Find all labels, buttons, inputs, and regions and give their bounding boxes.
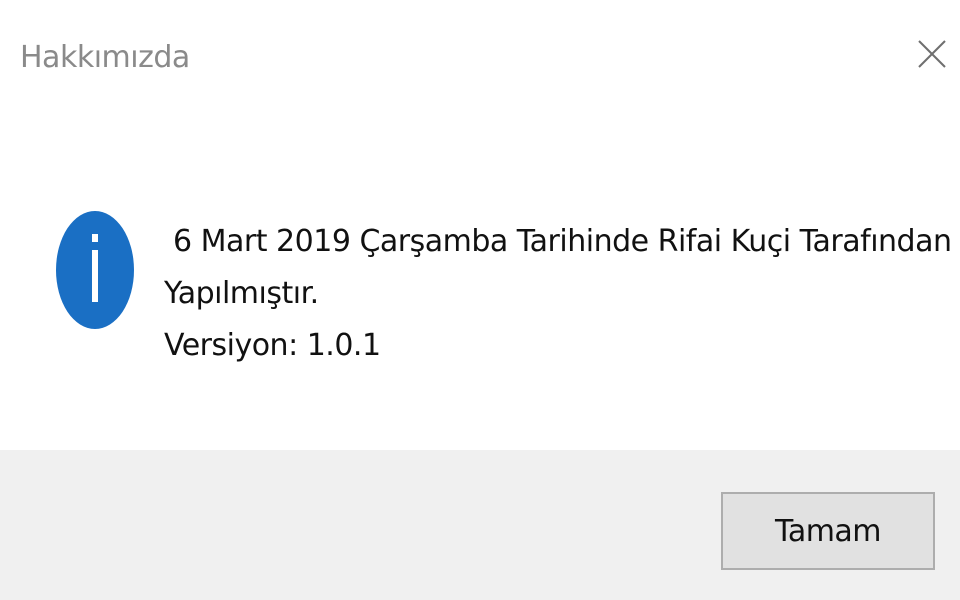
close-button[interactable] — [904, 26, 960, 82]
info-icon — [56, 211, 134, 329]
dialog-content: 6 Mart 2019 Çarşamba Tarihinde Rifai Kuç… — [0, 120, 960, 450]
message-line: Yapılmıştır. — [164, 276, 319, 311]
message-text: 6 Mart 2019 Çarşamba Tarihinde Rifai Kuç… — [164, 216, 952, 372]
close-icon — [918, 40, 946, 68]
dialog-footer: Tamam — [0, 450, 960, 600]
about-dialog: Hakkımızda 6 Mart 2019 Çarşamba Tarihind… — [0, 0, 960, 600]
ok-button[interactable]: Tamam — [721, 492, 935, 570]
version-line: Versiyon: 1.0.1 — [164, 328, 381, 363]
dialog-title: Hakkımızda — [20, 40, 190, 75]
message-line: 6 Mart 2019 Çarşamba Tarihinde Rifai Kuç… — [164, 224, 952, 259]
dialog-titlebar: Hakkımızda — [0, 0, 960, 120]
